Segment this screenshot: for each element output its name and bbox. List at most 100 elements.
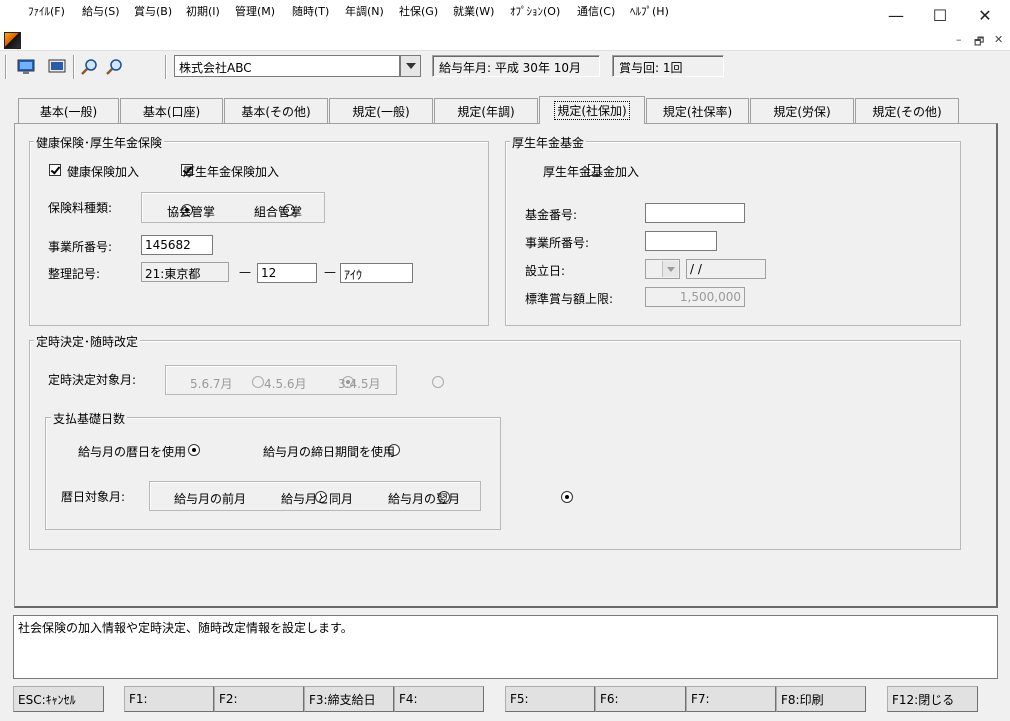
menu-manage[interactable]: 管理(M) (235, 3, 275, 19)
group-legend: 支払基礎日数 (51, 410, 128, 427)
prev-month-label: 給与月の前月 (174, 492, 247, 506)
f8-print-button[interactable]: F8:印刷 (776, 686, 866, 712)
chevron-down-icon (405, 63, 416, 69)
monitor-icon[interactable] (15, 57, 37, 77)
f5-button[interactable]: F5: (505, 686, 595, 712)
tab-label: 規定(その他) (872, 104, 942, 119)
calendar-target-label: 暦日対象月: (61, 490, 126, 504)
dash-separator: — (239, 265, 251, 279)
use-calendar-days-label: 給与月の暦日を使用 (78, 445, 187, 459)
menu-help[interactable]: ﾍﾙﾌﾟ(H) (630, 3, 669, 19)
menu-bonus[interactable]: 賞与(B) (134, 3, 172, 19)
ref-code1-field[interactable]: 12 (257, 263, 317, 283)
prefecture-value: 21:東京都 (145, 267, 201, 281)
pay-period-display: 給与年月: 平成 30年 10月 (432, 55, 600, 77)
f7-button[interactable]: F7: (686, 686, 776, 712)
company-dropdown-button[interactable] (400, 55, 421, 77)
mdi-minimize-button[interactable]: – (956, 33, 962, 46)
mdi-restore-button[interactable]: 🗗 (974, 33, 984, 52)
office-number-field[interactable]: 145682 (141, 235, 213, 255)
tab-label: 基本(一般) (39, 104, 98, 119)
use-closing-period-label: 給与月の締日期間を使用 (263, 445, 396, 459)
fund-office-number-field[interactable] (645, 231, 717, 251)
next-month-label: 給与月の翌月 (388, 492, 461, 506)
toolbar-separator (73, 55, 75, 79)
tab-basic-other[interactable]: 基本(その他) (224, 98, 328, 123)
bonus-limit-value: 1,500,000 (679, 290, 741, 304)
menu-work[interactable]: 就業(W) (453, 3, 494, 19)
close-window-button[interactable]: ✕ (962, 0, 1008, 30)
tab-rules-social-enrollment[interactable]: 規定(社保加) (539, 96, 645, 124)
use-calendar-days-radio[interactable] (187, 444, 200, 456)
status-text: 社会保険の加入情報や定時決定、随時改定情報を設定します。 (18, 621, 353, 635)
screen-icon[interactable] (46, 57, 68, 77)
f1-button[interactable]: F1: (124, 686, 214, 712)
ref-code-label: 整理記号: (48, 267, 101, 281)
menu-file[interactable]: ﾌｧｲﾙ(F) (28, 3, 65, 19)
f6-button[interactable]: F6: (595, 686, 686, 712)
menu-salary[interactable]: 給与(S) (82, 3, 120, 19)
esc-cancel-button[interactable]: ESC:ｷｬﾝｾﾙ (13, 686, 104, 712)
tab-rules-labor-insurance[interactable]: 規定(労保) (750, 98, 854, 123)
kyokai-label: 協会管掌 (167, 205, 216, 219)
f3-closing-payday-button[interactable]: F3:締支給日 (304, 686, 394, 712)
menu-year-end[interactable]: 年調(N) (345, 3, 384, 19)
menu-bar (0, 30, 1010, 51)
f2-button[interactable]: F2: (214, 686, 304, 712)
group-legend: 健康保険･厚生年金保険 (34, 134, 165, 151)
zoom-out-icon[interactable] (104, 57, 126, 77)
ref-code2-value: ｱｲｳ (344, 268, 363, 282)
era-select (645, 259, 680, 279)
f4-button[interactable]: F4: (394, 686, 484, 712)
target-345-radio[interactable] (431, 376, 444, 388)
office-number-value: 145682 (145, 238, 191, 252)
kumiai-label: 組合管掌 (254, 205, 303, 219)
target-456-label: 4.5.6月 (264, 377, 307, 391)
next-month-radio[interactable] (560, 491, 573, 503)
tab-basic-account[interactable]: 基本(口座) (120, 98, 223, 123)
tab-rules-year-end[interactable]: 規定(年調) (434, 98, 538, 123)
toolbar-separator (165, 55, 167, 79)
tab-label: 規定(年調) (457, 104, 515, 119)
prefecture-field: 21:東京都 (141, 262, 229, 282)
tab-rules-other[interactable]: 規定(その他) (855, 98, 959, 123)
establishment-date-value: / / (690, 262, 702, 276)
menu-anytime[interactable]: 随時(T) (292, 3, 329, 19)
minimize-button[interactable]: — (873, 0, 919, 30)
establishment-date-label: 設立日: (525, 264, 566, 278)
menu-options[interactable]: ｵﾌﾟｼｮﾝ(O) (510, 3, 560, 19)
same-month-label: 給与月と同月 (281, 492, 354, 506)
bonus-limit-label: 標準賞与額上限: (525, 292, 614, 306)
menu-initial[interactable]: 初期(I) (186, 3, 220, 19)
health-join-label: 健康保険加入 (67, 165, 140, 179)
premium-type-label: 保険料種類: (48, 201, 113, 215)
group-legend: 定時決定･随時改定 (34, 333, 141, 350)
mdi-close-button[interactable]: ✕ (994, 33, 1003, 46)
company-select[interactable]: 株式会社ABC (174, 55, 400, 77)
pension-join-label: 厚生年金保険加入 (183, 165, 280, 179)
payment-basis-days-group (45, 417, 501, 530)
company-select-value: 株式会社ABC (179, 61, 252, 75)
tab-rules-social-rate[interactable]: 規定(社保率) (646, 98, 749, 123)
menu-comm[interactable]: 通信(C) (577, 3, 615, 19)
tab-label: 規定(社保率) (662, 104, 733, 119)
fund-number-field[interactable] (645, 203, 745, 223)
status-description: 社会保険の加入情報や定時決定、随時改定情報を設定します。 (13, 615, 998, 679)
ref-code1-value: 12 (261, 266, 277, 280)
menu-social-insurance[interactable]: 社保(G) (399, 3, 438, 19)
app-icon[interactable] (4, 32, 21, 49)
f12-close-button[interactable]: F12:閉じる (887, 686, 978, 712)
tab-basic-general[interactable]: 基本(一般) (18, 98, 119, 123)
tab-label: 規定(社保加) (554, 101, 630, 120)
tab-label: 規定(一般) (352, 104, 410, 119)
target-567-label: 5.6.7月 (190, 377, 233, 391)
zoom-in-icon[interactable] (79, 57, 101, 77)
maximize-button[interactable]: ☐ (917, 0, 963, 30)
health-join-checkbox[interactable] (49, 164, 61, 176)
fund-number-label: 基金番号: (525, 208, 578, 222)
tab-rules-general[interactable]: 規定(一般) (329, 98, 433, 123)
tab-label: 規定(労保) (773, 104, 831, 119)
ref-code2-field[interactable]: ｱｲｳ (340, 263, 413, 283)
group-legend: 厚生年金基金 (510, 134, 587, 151)
establishment-date-field: / / (686, 259, 766, 279)
